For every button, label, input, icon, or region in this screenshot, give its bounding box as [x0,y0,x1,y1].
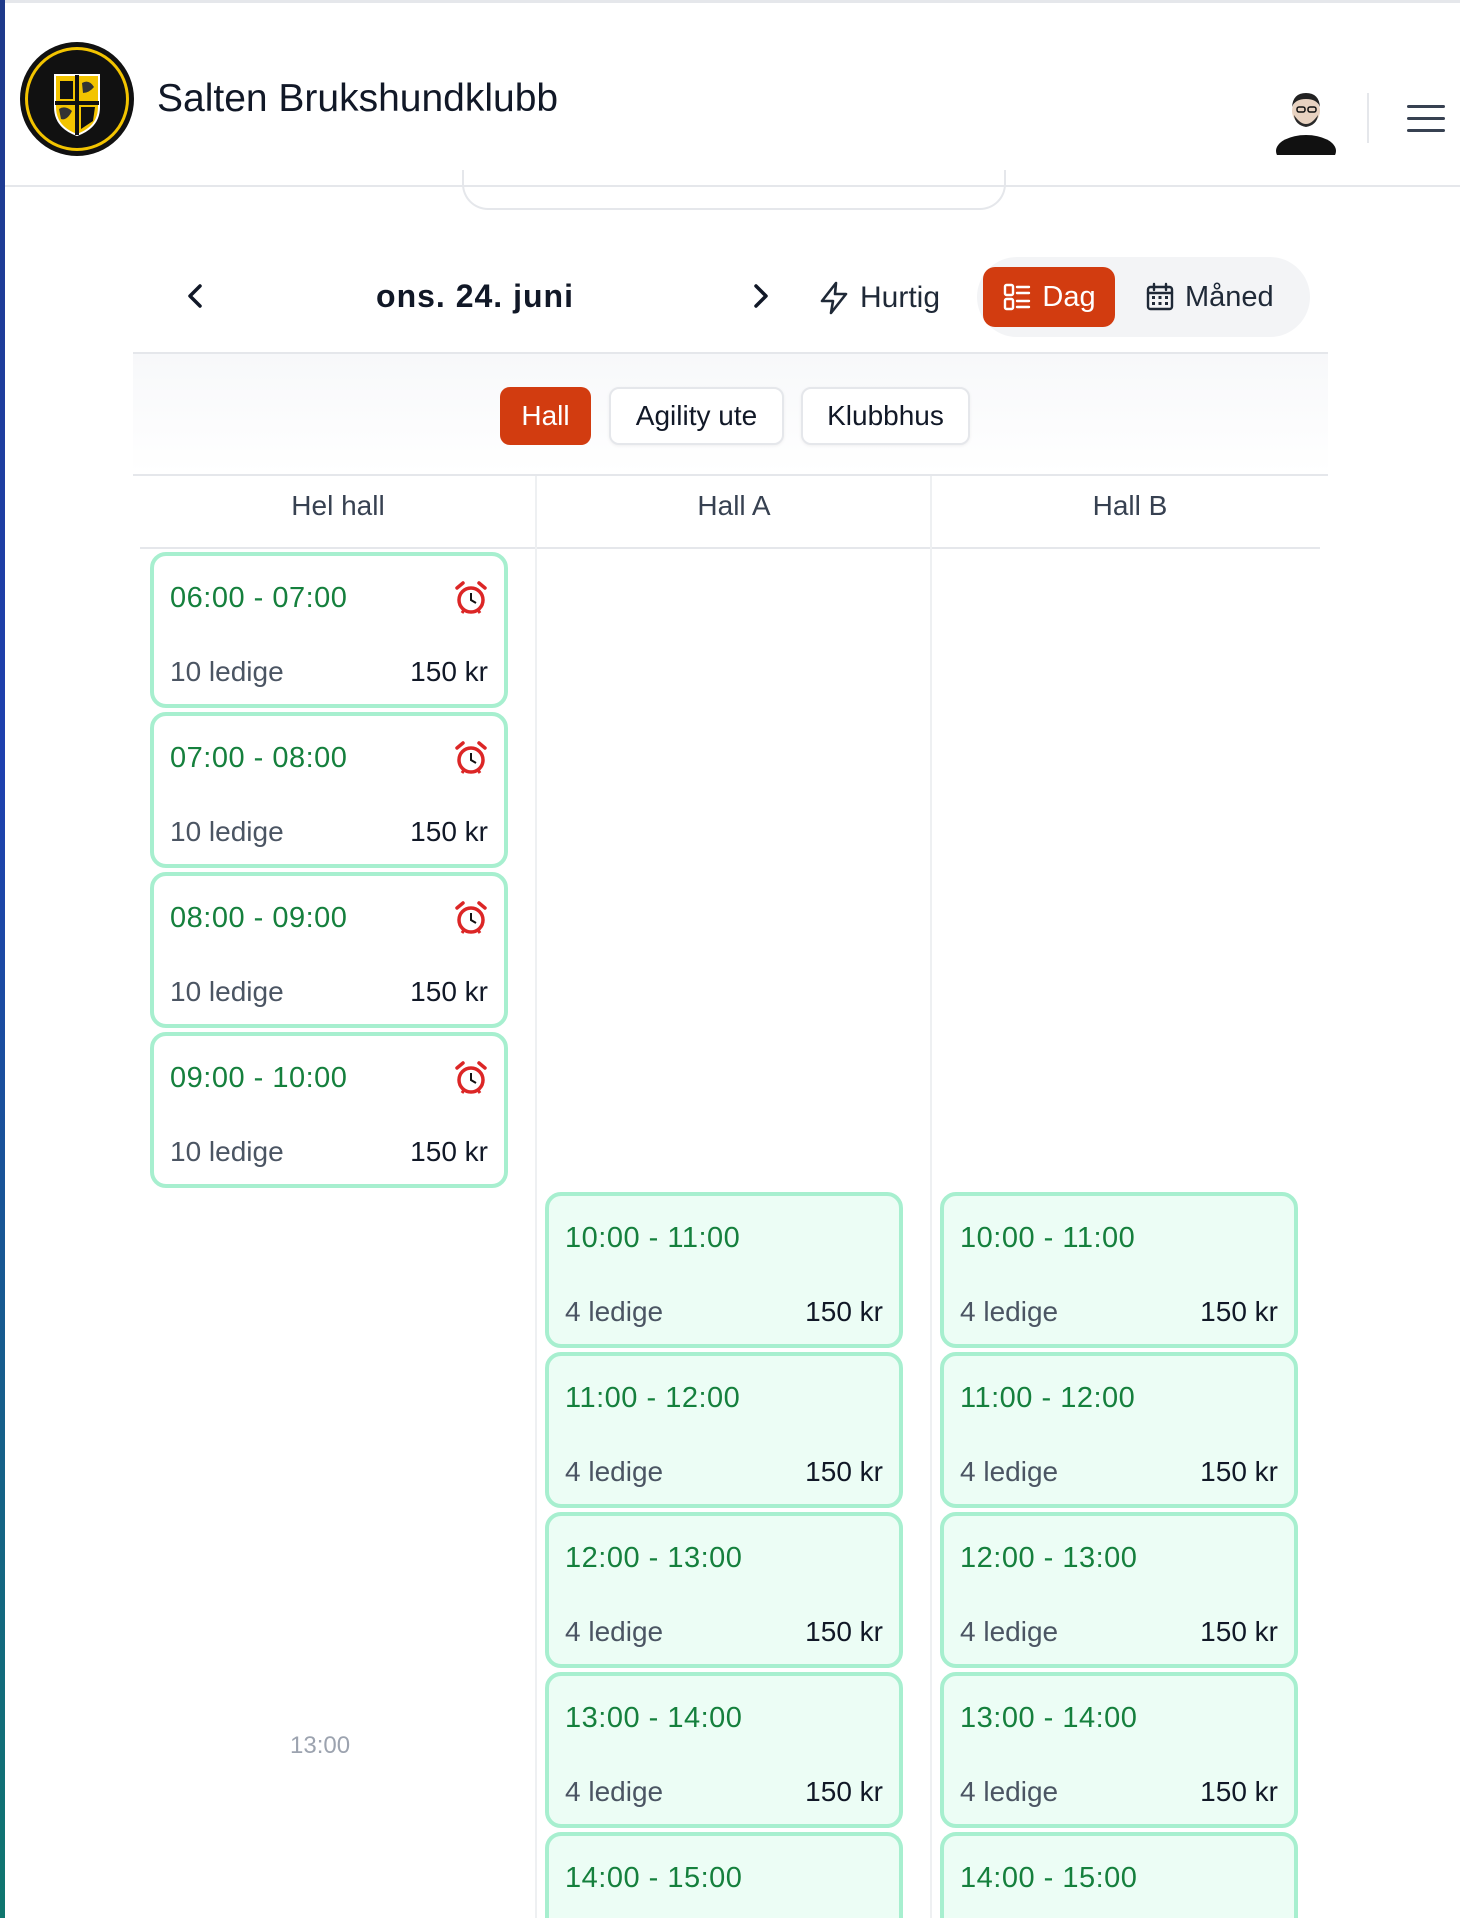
slot-availability: 4 ledige [960,1296,1059,1327]
slot-availability: 4 ledige [565,1776,664,1807]
slot-price: 150 kr [805,1296,883,1327]
app-title: Salten Brukshundklubb [157,77,559,120]
slot-price: 150 kr [410,656,488,687]
slot-price: 150 kr [805,1456,883,1487]
lightning-icon [820,281,848,315]
slot-time: 11:00 - 12:00 [960,1382,1136,1414]
time-slot-card[interactable]: 09:00 - 10:00 10 ledige 150 kr [150,1032,508,1188]
time-marker: 13:00 [290,1732,351,1759]
column-header-hel-hall: Hel hall [291,490,385,521]
hamburger-icon [1407,105,1445,108]
day-view-button[interactable]: Dag [983,267,1115,327]
slot-availability: 4 ledige [565,1296,664,1327]
previous-day-chevron-icon[interactable] [176,276,216,316]
slot-price: 150 kr [410,816,488,847]
next-day-chevron-icon[interactable] [740,276,780,316]
filter-chip-hall[interactable]: Hall [500,387,591,445]
alarm-clock-icon [455,901,487,934]
slot-availability: 4 ledige [960,1776,1059,1807]
time-slot-card[interactable]: 12:00 - 13:00 4 ledige 150 kr [545,1512,903,1668]
view-switcher: Dag Måned [977,257,1310,337]
slot-availability: 4 ledige [565,1616,664,1647]
alarm-clock-icon [455,1061,487,1094]
time-slot-card[interactable]: 11:00 - 12:00 4 ledige 150 kr [940,1352,1298,1508]
column-divider [930,476,932,1918]
hamburger-menu-button[interactable] [1403,97,1449,137]
time-slot-card[interactable]: 10:00 - 11:00 4 ledige 150 kr [545,1192,903,1348]
slot-time: 12:00 - 13:00 [565,1542,743,1574]
slot-time: 10:00 - 11:00 [960,1222,1136,1254]
month-view-label: Måned [1185,280,1274,313]
slot-availability: 4 ledige [960,1456,1059,1487]
slot-availability: 10 ledige [170,816,284,847]
time-slot-card[interactable]: 12:00 - 13:00 4 ledige 150 kr [940,1512,1298,1668]
slot-price: 150 kr [410,976,488,1007]
slot-availability: 4 ledige [960,1616,1059,1647]
calendar-icon [1146,282,1174,311]
column-header-hall-b: Hall B [1092,490,1168,521]
slot-availability: 10 ledige [170,1136,284,1167]
quick-book-label: Hurtig [860,281,941,314]
current-date: ons. 24. juni [376,278,574,314]
club-logo[interactable] [19,41,135,157]
alarm-clock-icon [455,741,487,774]
slot-price: 150 kr [805,1616,883,1647]
slot-availability: 4 ledige [565,1456,664,1487]
search-field-edge[interactable] [462,170,1006,210]
column-header-hall-a: Hall A [697,490,771,521]
time-slot-card[interactable]: 08:00 - 09:00 10 ledige 150 kr [150,872,508,1028]
slot-time: 06:00 - 07:00 [170,582,348,614]
slot-price: 150 kr [410,1136,488,1167]
time-slot-card[interactable]: 13:00 - 14:00 4 ledige 150 kr [940,1672,1298,1828]
month-view-button[interactable]: Måned [1145,267,1274,327]
slot-time: 10:00 - 11:00 [565,1222,741,1254]
slot-time: 09:00 - 10:00 [170,1062,348,1094]
slot-price: 150 kr [1200,1296,1278,1327]
filter-chip-agility-ute[interactable]: Agility ute [609,387,784,445]
slot-time: 14:00 - 15:00 [565,1862,743,1894]
slot-price: 150 kr [1200,1456,1278,1487]
window-edge [0,0,5,1918]
time-slot-card[interactable]: 06:00 - 07:00 10 ledige 150 kr [150,552,508,708]
slot-time: 11:00 - 12:00 [565,1382,741,1414]
time-slot-card[interactable]: 11:00 - 12:00 4 ledige 150 kr [545,1352,903,1508]
slot-time: 13:00 - 14:00 [960,1702,1138,1734]
header-divider [1367,93,1369,143]
time-slot-card[interactable]: 14:00 - 15:00 [545,1832,903,1918]
day-view-label: Dag [1042,280,1096,313]
time-slot-card[interactable]: 10:00 - 11:00 4 ledige 150 kr [940,1192,1298,1348]
quick-book-button[interactable]: Hurtig [818,272,940,324]
slot-time: 12:00 - 13:00 [960,1542,1138,1574]
app-header: Salten Brukshundklubb [5,3,1460,187]
filter-chip-klubbhus[interactable]: Klubbhus [801,387,970,445]
slot-price: 150 kr [1200,1616,1278,1647]
alarm-clock-icon [455,581,487,614]
user-avatar[interactable] [1273,85,1339,155]
list-view-icon [1004,283,1031,311]
slot-time: 13:00 - 14:00 [565,1702,743,1734]
slot-time: 08:00 - 09:00 [170,902,348,934]
time-slot-card[interactable]: 14:00 - 15:00 [940,1832,1298,1918]
slot-availability: 10 ledige [170,976,284,1007]
slot-availability: 10 ledige [170,656,284,687]
column-header-divider [140,547,1320,549]
time-slot-card[interactable]: 07:00 - 08:00 10 ledige 150 kr [150,712,508,868]
slot-price: 150 kr [1200,1776,1278,1807]
slot-time: 07:00 - 08:00 [170,742,348,774]
column-divider [535,476,537,1918]
slot-price: 150 kr [805,1776,883,1807]
time-slot-card[interactable]: 13:00 - 14:00 4 ledige 150 kr [545,1672,903,1828]
slot-time: 14:00 - 15:00 [960,1862,1138,1894]
